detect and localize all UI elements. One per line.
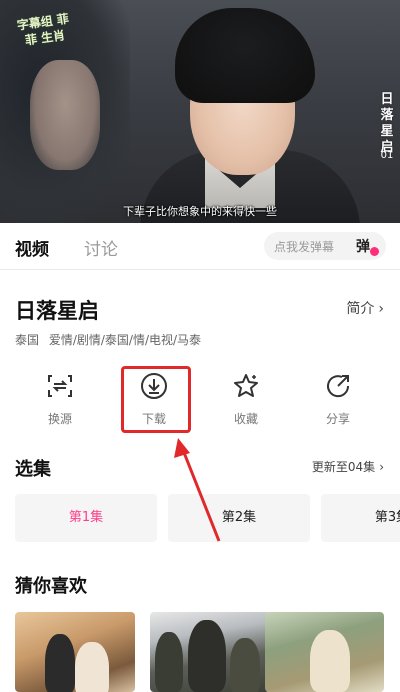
recommend-poster-3[interactable] xyxy=(265,612,384,692)
tab-discuss[interactable]: 讨论 xyxy=(84,235,118,260)
chevron-right-icon: › xyxy=(378,301,384,317)
danmu-placeholder: 点我发弹幕 xyxy=(274,240,335,254)
episode-list: 第1集 第2集 第3集 xyxy=(15,494,400,542)
recommend-poster-2[interactable] xyxy=(150,612,270,692)
episode-item-1[interactable]: 第1集 xyxy=(15,494,157,542)
danmu-toggle-button[interactable]: 弹 xyxy=(356,235,379,257)
episodes-update-link[interactable]: 更新至04集 › xyxy=(312,458,384,475)
poster-figure xyxy=(155,632,183,692)
video-player[interactable]: 字幕组 菲菲 生肖 日落星启 01 下辈子比你想象中的来得快一些 xyxy=(0,0,400,223)
tag-genres: 爱情/剧情/泰国/情/电视/马泰 xyxy=(48,333,202,347)
episodes-update-label: 更新至04集 xyxy=(311,460,376,474)
share-icon xyxy=(327,375,350,398)
poster-figure xyxy=(230,638,260,692)
poster-figure xyxy=(310,630,350,692)
content-tabbar: 视频 讨论 点我发弹幕 弹 xyxy=(0,223,400,270)
poster-figure xyxy=(188,620,226,692)
intro-label: 简介 xyxy=(346,301,375,317)
episode-item-3[interactable]: 第3集 xyxy=(321,494,400,542)
action-row: 换源 下载 收藏 分享 xyxy=(0,366,400,436)
episode-item-2[interactable]: 第2集 xyxy=(168,494,310,542)
swap-source-button[interactable]: 换源 xyxy=(20,366,100,432)
danmu-icon-label: 弹 xyxy=(356,239,370,255)
swap-source-icon xyxy=(48,375,72,397)
share-label: 分享 xyxy=(325,412,350,426)
video-vertical-title: 日落星启 xyxy=(380,92,394,155)
tab-video[interactable]: 视频 xyxy=(15,235,49,260)
intro-link[interactable]: 简介 › xyxy=(346,298,384,318)
favorite-label: 收藏 xyxy=(233,412,258,426)
tag-region: 泰国 xyxy=(15,333,40,347)
show-tags: 泰国 爱情/剧情/泰国/情/电视/马泰 xyxy=(15,331,207,348)
poster-figure xyxy=(75,642,109,692)
show-title: 日落星启 xyxy=(15,299,99,323)
danmu-input[interactable]: 点我发弹幕 弹 xyxy=(264,232,386,260)
favorite-button[interactable]: 收藏 xyxy=(206,366,286,432)
episodes-title: 选集 xyxy=(15,459,51,480)
video-background-face xyxy=(30,60,100,170)
star-icon xyxy=(234,374,258,397)
video-subtitle: 下辈子比你想象中的来得快一些 xyxy=(123,205,277,218)
share-button[interactable]: 分享 xyxy=(298,366,378,432)
danmu-status-dot xyxy=(370,247,379,256)
recommend-poster-1[interactable] xyxy=(15,612,135,692)
recommend-title: 猜你喜欢 xyxy=(15,576,87,597)
poster-figure xyxy=(45,634,75,692)
swap-source-label: 换源 xyxy=(47,412,72,426)
download-highlight-annotation xyxy=(121,366,191,433)
chevron-right-icon: › xyxy=(379,460,384,474)
video-vertical-episode: 01 xyxy=(380,150,394,161)
video-actor-hair xyxy=(175,8,315,103)
